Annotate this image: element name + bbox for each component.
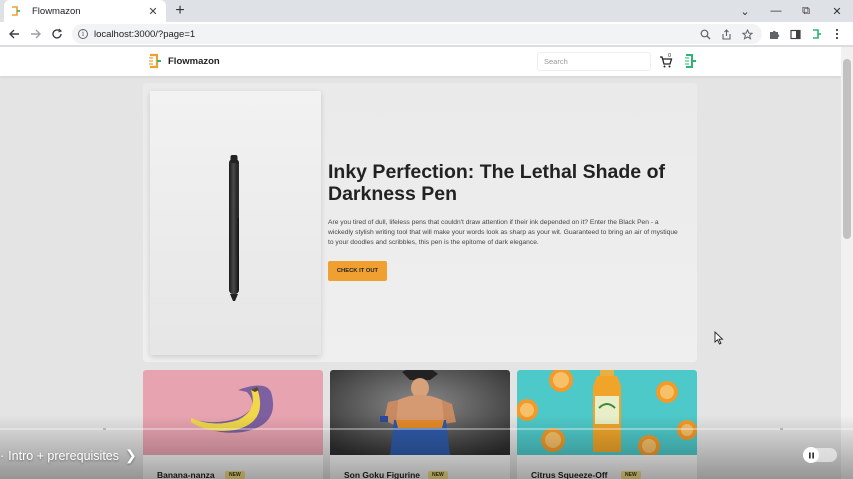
new-badge: NEW <box>428 471 448 479</box>
chapter-title-button[interactable]: · Intro + prerequisites ❯ <box>0 447 137 464</box>
address-bar[interactable]: i localhost:3000/?page=1 <box>72 24 762 44</box>
tab-title: Flowmazon <box>32 5 81 17</box>
user-menu-icon[interactable] <box>685 53 697 69</box>
check-it-out-button[interactable]: CHECK IT OUT <box>328 261 387 281</box>
extensions-puzzle-icon[interactable] <box>766 26 782 42</box>
flowmazon-favicon-icon <box>10 5 22 17</box>
search-input[interactable] <box>537 52 651 71</box>
back-icon[interactable] <box>6 26 22 42</box>
minimize-button[interactable]: — <box>761 0 791 22</box>
pause-icon <box>803 447 819 463</box>
product-name[interactable]: Banana-nanza <box>157 470 215 479</box>
chapter-prefix: · <box>0 448 5 463</box>
side-panel-icon[interactable] <box>787 26 803 42</box>
autoplay-toggle[interactable] <box>803 447 837 463</box>
scrollbar-thumb[interactable] <box>843 59 851 239</box>
bookmark-star-icon[interactable] <box>739 26 755 42</box>
close-window-button[interactable]: ✕ <box>822 0 852 22</box>
new-badge: NEW <box>621 471 641 479</box>
url-text[interactable]: localhost:3000/?page=1 <box>94 29 195 40</box>
brand-name[interactable]: Flowmazon <box>168 56 220 67</box>
chapter-title: Intro + prerequisites <box>8 448 119 463</box>
share-icon[interactable] <box>718 26 734 42</box>
flowmazon-logo-icon <box>149 53 161 69</box>
mouse-cursor-icon <box>714 331 724 345</box>
cart-count-badge: 0 <box>668 53 672 59</box>
hero-title: Inky Perfection: The Lethal Shade of Dar… <box>328 161 665 205</box>
product-card[interactable]: Banana-nanza NEW <box>143 370 323 479</box>
new-badge: NEW <box>225 471 245 479</box>
banana-image <box>143 370 323 455</box>
black-pen-image <box>229 155 239 301</box>
browser-tabstrip: Flowmazon ✕ + ⌄ — ⧉ ✕ <box>0 0 853 22</box>
hero-product-image[interactable] <box>150 91 321 355</box>
site-info-icon[interactable]: i <box>78 29 88 39</box>
profile-flowmazon-icon[interactable] <box>809 26 825 42</box>
page-scrollbar[interactable] <box>841 47 853 479</box>
chapter-marker <box>780 428 783 430</box>
product-name[interactable]: Citrus Squeeze-Off <box>531 470 608 479</box>
goku-figurine-image <box>330 370 510 455</box>
browser-toolbar: i localhost:3000/?page=1 <box>0 22 853 46</box>
forward-icon[interactable] <box>28 26 44 42</box>
browser-tab[interactable]: Flowmazon ✕ <box>4 0 166 22</box>
zoom-icon[interactable] <box>697 26 713 42</box>
restore-button[interactable]: ⧉ <box>791 0 821 22</box>
page-viewport: Flowmazon 0 <box>0 47 841 479</box>
hero-description: Are you tired of dull, lifeless pens tha… <box>328 219 678 246</box>
chevron-right-icon: ❯ <box>125 447 137 463</box>
video-progress-bar[interactable] <box>0 428 853 430</box>
product-card[interactable]: Citrus Squeeze-Off NEW <box>517 370 697 479</box>
tab-close-icon[interactable]: ✕ <box>146 5 160 18</box>
reload-icon[interactable] <box>49 26 65 42</box>
chapter-marker <box>103 428 106 430</box>
hero-banner: Inky Perfection: The Lethal Shade of Dar… <box>143 83 697 362</box>
orange-juice-image <box>517 370 697 455</box>
tab-search-chevron-icon[interactable]: ⌄ <box>730 0 760 22</box>
site-header: Flowmazon 0 <box>0 47 841 76</box>
browser-menu-icon[interactable] <box>829 26 845 42</box>
product-card[interactable]: Son Goku Figurine NEW <box>330 370 510 479</box>
brand-link[interactable]: Flowmazon <box>148 53 220 69</box>
product-name[interactable]: Son Goku Figurine <box>344 470 420 479</box>
new-tab-button[interactable]: + <box>172 1 188 21</box>
